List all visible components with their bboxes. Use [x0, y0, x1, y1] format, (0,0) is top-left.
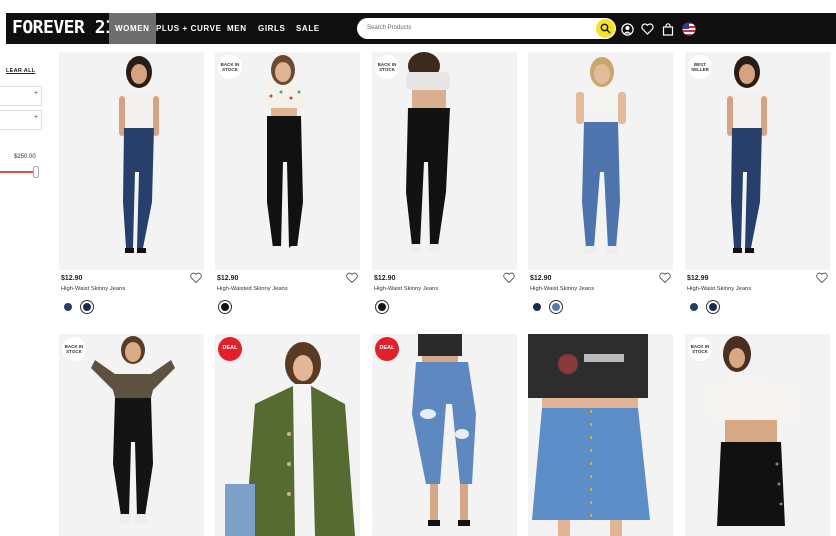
product-name[interactable]: High-Waisted Skinny Jeans — [217, 286, 288, 292]
product-image[interactable]: DEAL — [215, 334, 360, 536]
product-image[interactable] — [528, 334, 673, 536]
product-image[interactable]: BACK IN STOCK — [372, 52, 517, 270]
color-swatch-selected[interactable] — [550, 301, 562, 313]
product-name[interactable]: High-Waist Skinny Jeans — [530, 286, 594, 292]
wishlist-icon[interactable] — [639, 21, 655, 37]
product-image[interactable] — [528, 52, 673, 270]
product-price: $12.90 — [61, 275, 83, 282]
wishlist-heart-icon[interactable] — [659, 272, 671, 284]
product-price: $12.90 — [530, 275, 552, 282]
clear-all-link[interactable]: LEAR ALL — [6, 68, 35, 74]
color-swatch[interactable] — [64, 303, 72, 311]
color-swatch-selected[interactable] — [81, 301, 93, 313]
product-name[interactable]: High-Waist Skinny Jeans — [374, 286, 438, 292]
filter-row-1[interactable]: + — [0, 86, 42, 106]
filter-row-2[interactable]: + — [0, 110, 42, 130]
price-max-label: $250.00 — [14, 154, 36, 160]
product-image[interactable]: BACK IN STOCK — [685, 334, 830, 536]
nav-plus-curve[interactable]: PLUS + CURVE — [156, 13, 222, 44]
us-flag-icon[interactable] — [681, 21, 697, 37]
forever21-logo[interactable]: FOREVER 21 — [12, 17, 116, 38]
best-seller-badge: BEST SELLER — [688, 55, 712, 79]
back-in-stock-badge: BACK IN STOCK — [688, 337, 712, 361]
wishlist-heart-icon[interactable] — [346, 272, 358, 284]
product-name[interactable]: High-Waist Skinny Jeans — [687, 286, 751, 292]
account-icon[interactable] — [619, 21, 635, 37]
color-swatch-selected[interactable] — [376, 301, 388, 313]
deal-badge: DEAL — [218, 337, 242, 361]
wishlist-heart-icon[interactable] — [503, 272, 515, 284]
nav-men[interactable]: MEN — [227, 13, 247, 44]
product-name[interactable]: High-Waist Skinny Jeans — [61, 286, 125, 292]
price-slider-handle[interactable] — [33, 166, 39, 178]
back-in-stock-badge: BACK IN STOCK — [62, 337, 86, 361]
product-price: $12.90 — [374, 275, 396, 282]
product-image[interactable] — [59, 52, 204, 270]
wishlist-heart-icon[interactable] — [816, 272, 828, 284]
product-image[interactable]: BEST SELLER — [685, 52, 830, 270]
color-swatch-selected[interactable] — [707, 301, 719, 313]
product-image[interactable]: DEAL — [372, 334, 517, 536]
deal-badge: DEAL — [375, 337, 399, 361]
filter-sidebar: LEAR ALL + + $250.00 — [0, 44, 50, 536]
search-input[interactable]: Search Products — [357, 18, 616, 39]
expand-icon: + — [33, 114, 38, 121]
search-placeholder: Search Products — [367, 25, 412, 31]
color-swatch[interactable] — [533, 303, 541, 311]
back-in-stock-badge: BACK IN STOCK — [218, 55, 242, 79]
nav-women[interactable]: WOMEN — [109, 13, 156, 44]
nav-girls[interactable]: GIRLS — [258, 13, 285, 44]
main-nav-bar: FOREVER 21 WOMEN PLUS + CURVE MEN GIRLS … — [6, 13, 836, 44]
expand-icon: + — [33, 90, 38, 97]
product-image[interactable]: BACK IN STOCK — [59, 334, 204, 536]
product-price: $12.90 — [217, 275, 239, 282]
product-price: $12.99 — [687, 275, 709, 282]
color-swatch-selected[interactable] — [219, 301, 231, 313]
bag-icon[interactable] — [660, 21, 676, 37]
product-image[interactable]: BACK IN STOCK — [215, 52, 360, 270]
top-header: FOREVER 21 WOMEN PLUS + CURVE MEN GIRLS … — [0, 0, 836, 44]
nav-sale[interactable]: SALE — [296, 13, 320, 44]
back-in-stock-badge: BACK IN STOCK — [375, 55, 399, 79]
search-icon[interactable] — [596, 19, 615, 38]
wishlist-heart-icon[interactable] — [190, 272, 202, 284]
color-swatch[interactable] — [690, 303, 698, 311]
